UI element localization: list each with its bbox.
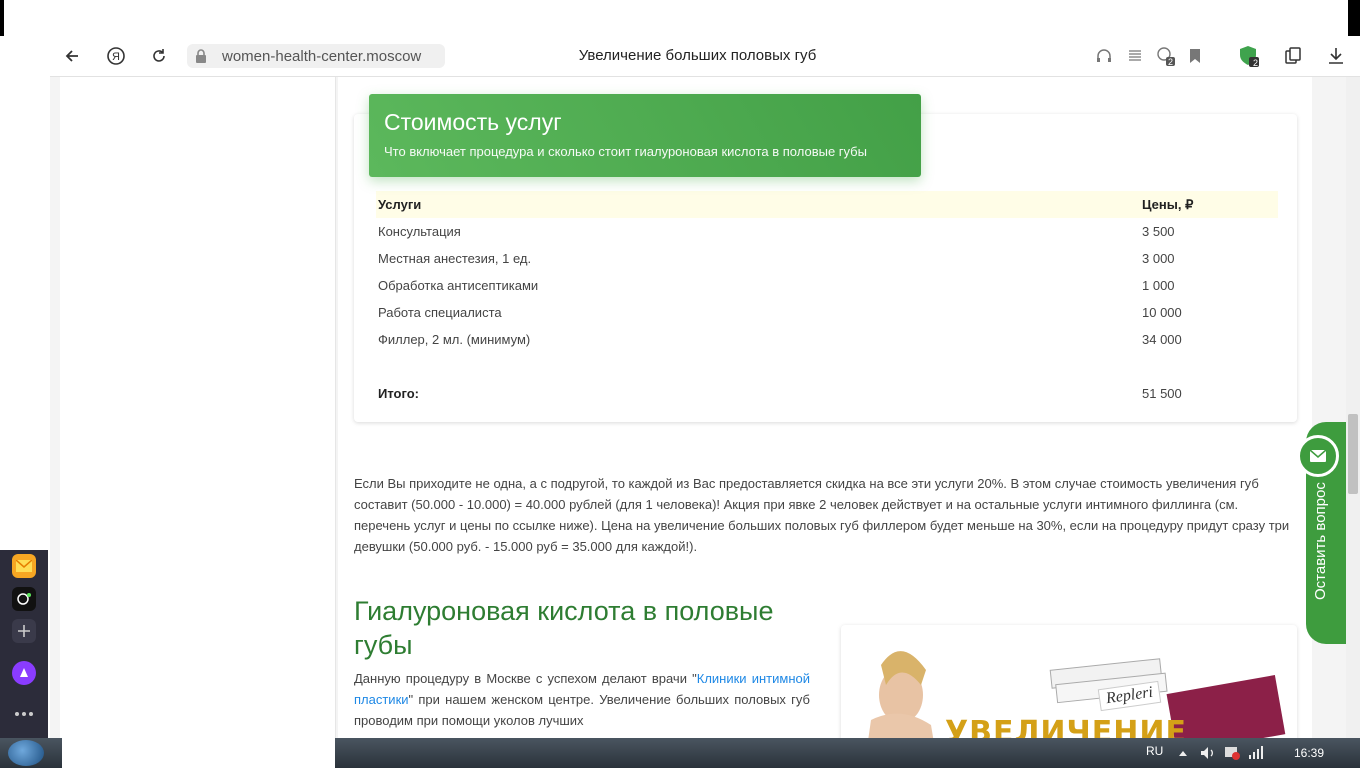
left-sidebar-blank <box>60 77 336 738</box>
desktop-right-corner <box>1348 0 1360 36</box>
service-price: 1 000 <box>1142 278 1175 293</box>
table-spacer-row <box>376 353 1278 380</box>
table-row: Работа специалиста 10 000 <box>376 299 1278 326</box>
service-price: 3 000 <box>1142 251 1175 266</box>
extension-badge-icon[interactable]: 2 <box>1154 44 1178 68</box>
scrollbar-thumb[interactable] <box>1348 414 1358 494</box>
alice-assistant-icon[interactable] <box>12 661 36 685</box>
service-name: Работа специалиста <box>378 305 502 320</box>
section-text-after: " при нашем женском центре. Увеличение б… <box>354 692 810 728</box>
section-heading: Гиалуроновая кислота в половые губы <box>354 596 774 660</box>
badge-count: 2 <box>1168 57 1174 67</box>
section-paragraph: Данную процедуру в Москве с успехом дела… <box>354 668 810 731</box>
main-content: Услуги Цены, ₽ Консультация 3 500 Местна… <box>338 77 1312 738</box>
page-viewport: Услуги Цены, ₽ Консультация 3 500 Местна… <box>50 77 1346 738</box>
table-header-row: Услуги Цены, ₽ <box>376 191 1278 218</box>
page-title: Увеличение больших половых губ <box>578 47 817 64</box>
price-table: Услуги Цены, ₽ Консультация 3 500 Местна… <box>376 191 1278 407</box>
browser-toolbar: Я women-health-center.moscow Увеличение … <box>50 36 1360 77</box>
service-name: Обработка антисептиками <box>378 278 539 293</box>
side-dock <box>0 550 48 738</box>
language-indicator[interactable]: RU <box>1146 744 1163 758</box>
collections-icon[interactable] <box>1281 44 1305 68</box>
volume-icon[interactable] <box>1200 746 1216 763</box>
alice-station-icon[interactable] <box>12 587 36 611</box>
column-header-prices: Цены, ₽ <box>1140 191 1278 218</box>
signal-icon[interactable] <box>1248 746 1264 763</box>
clock[interactable]: 16:39 <box>1294 746 1324 760</box>
reader-icon[interactable] <box>1123 44 1147 68</box>
more-icon[interactable] <box>12 702 36 726</box>
scrollbar[interactable] <box>1346 77 1360 738</box>
feedback-label[interactable]: Оставить вопрос <box>1312 440 1329 600</box>
start-button-icon[interactable] <box>8 740 44 766</box>
table-total-row: Итого: 51 500 <box>376 380 1278 407</box>
desktop-left-strip <box>4 0 50 550</box>
column-header-services: Услуги <box>376 191 1140 218</box>
table-row: Консультация 3 500 <box>376 218 1278 245</box>
discount-paragraph: Если Вы приходите не одна, а с подругой,… <box>354 476 1290 554</box>
add-icon[interactable] <box>12 619 36 643</box>
service-name: Местная анестезия, 1 ед. <box>378 251 532 266</box>
price-card-title: Стоимость услуг <box>384 109 562 135</box>
service-price: 3 500 <box>1142 224 1175 239</box>
service-name: Консультация <box>378 224 461 239</box>
taskbar-window-preview[interactable] <box>62 738 335 768</box>
price-card-header: Стоимость услуг Что включает процедура и… <box>369 94 921 177</box>
section-text-before: Данную процедуру в Москве с успехом дела… <box>354 671 697 686</box>
desktop-top-strip <box>0 0 1360 36</box>
protect-shield-icon[interactable]: 2 <box>1237 44 1261 68</box>
total-value: 51 500 <box>1142 386 1182 401</box>
headphones-icon[interactable] <box>1092 44 1116 68</box>
table-row: Местная анестезия, 1 ед. 3 000 <box>376 245 1278 272</box>
mail-app-icon[interactable] <box>12 554 36 578</box>
network-warning-icon[interactable] <box>1224 746 1240 763</box>
windows-taskbar: RU 16:39 <box>0 738 1360 768</box>
table-row: Филлер, 2 мл. (минимум) 34 000 <box>376 326 1278 353</box>
bookmark-icon[interactable] <box>1183 44 1207 68</box>
total-label: Итого: <box>378 386 419 401</box>
tray-arrow-icon[interactable] <box>1178 746 1188 760</box>
download-icon[interactable] <box>1324 44 1348 68</box>
badge-count: 2 <box>1253 58 1259 68</box>
service-price: 34 000 <box>1142 332 1182 347</box>
service-price: 10 000 <box>1142 305 1182 320</box>
table-row: Обработка антисептиками 1 000 <box>376 272 1278 299</box>
promo-image-card[interactable]: Repleri УВЕЛИЧЕНИЕ <box>841 625 1297 738</box>
price-card-subtitle: Что включает процедура и сколько стоит г… <box>384 144 867 159</box>
promo-headline: УВЕЛИЧЕНИЕ <box>945 715 1187 738</box>
service-name: Филлер, 2 мл. (минимум) <box>378 332 531 347</box>
